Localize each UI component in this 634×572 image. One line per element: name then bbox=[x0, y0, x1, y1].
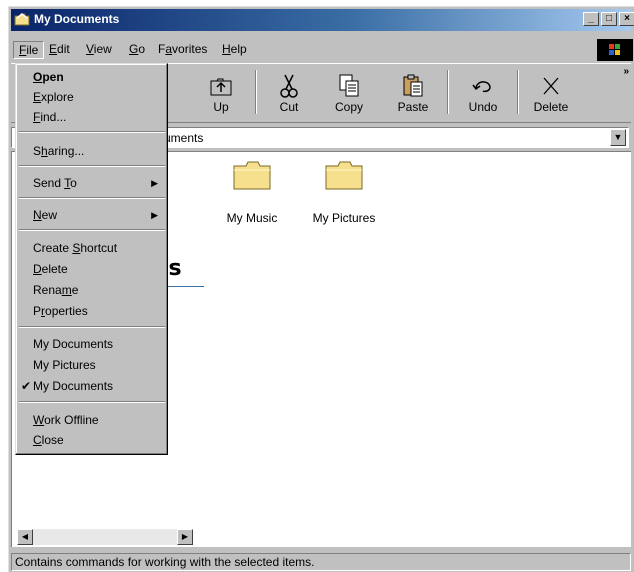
menu-item-open[interactable]: Open bbox=[18, 67, 166, 87]
menu-bar: File Edit View Go Favorites Help bbox=[11, 39, 633, 61]
menu-item-history[interactable]: My Pictures bbox=[18, 355, 166, 375]
delete-button[interactable]: Delete bbox=[521, 66, 581, 120]
folder-item[interactable]: My Music bbox=[212, 160, 292, 225]
paste-icon bbox=[403, 74, 423, 97]
scissors-icon bbox=[280, 74, 298, 98]
undo-button[interactable]: Undo bbox=[453, 66, 513, 120]
menu-view[interactable]: View bbox=[81, 41, 117, 59]
menu-item-work-offline[interactable]: Work Offline bbox=[18, 410, 166, 430]
horizontal-scrollbar[interactable]: ◀ ▶ bbox=[17, 529, 193, 545]
menu-item-new[interactable]: New ▶ bbox=[18, 205, 166, 225]
file-menu-dropdown: Open Explore Find... Sharing... Send To ▶… bbox=[15, 63, 168, 455]
menu-separator bbox=[19, 197, 165, 199]
menu-item-properties[interactable]: Properties bbox=[18, 301, 166, 321]
menu-item-find[interactable]: Find... bbox=[18, 107, 166, 127]
menu-favorites[interactable]: Favorites bbox=[153, 41, 212, 59]
menu-item-rename[interactable]: Rename bbox=[18, 280, 166, 300]
title-bar[interactable]: My Documents _ □ × bbox=[11, 9, 634, 31]
copy-icon bbox=[339, 74, 359, 97]
status-text: Contains commands for working with the s… bbox=[15, 555, 315, 569]
folder-item[interactable]: My Pictures bbox=[304, 160, 384, 225]
menu-item-delete[interactable]: Delete bbox=[18, 259, 166, 279]
maximize-button[interactable]: □ bbox=[601, 12, 617, 26]
cut-button[interactable]: Cut bbox=[259, 66, 319, 120]
menu-item-history-current[interactable]: ✔ My Documents bbox=[18, 376, 166, 396]
toolbar-separator bbox=[255, 70, 257, 114]
folder-icon bbox=[14, 13, 30, 26]
submenu-arrow-icon: ▶ bbox=[151, 178, 158, 188]
menu-item-create-shortcut[interactable]: Create Shortcut bbox=[18, 238, 166, 258]
menu-item-explore[interactable]: Explore bbox=[18, 87, 166, 107]
menu-edit[interactable]: Edit bbox=[44, 41, 75, 59]
window-title: My Documents bbox=[34, 12, 120, 26]
up-button[interactable]: Up bbox=[191, 66, 251, 120]
submenu-arrow-icon: ▶ bbox=[151, 210, 158, 220]
menu-item-history[interactable]: My Documents bbox=[18, 334, 166, 354]
undo-icon bbox=[472, 81, 491, 93]
status-bar: Contains commands for working with the s… bbox=[11, 553, 631, 571]
menu-go[interactable]: Go bbox=[124, 41, 150, 59]
close-button[interactable]: × bbox=[619, 12, 634, 26]
checkmark-icon: ✔ bbox=[21, 379, 32, 393]
delete-x-icon bbox=[543, 77, 559, 95]
minimize-button[interactable]: _ bbox=[583, 12, 599, 26]
address-dropdown-button[interactable]: ▼ bbox=[610, 129, 626, 146]
windows-flag-icon bbox=[609, 44, 620, 55]
windows-logo bbox=[597, 39, 633, 61]
menu-file[interactable]: File bbox=[13, 41, 45, 59]
paste-button[interactable]: Paste bbox=[383, 66, 443, 120]
toolbar-separator bbox=[447, 70, 449, 114]
menu-item-close[interactable]: Close bbox=[18, 430, 166, 450]
menu-separator bbox=[19, 229, 165, 231]
menu-separator bbox=[19, 131, 165, 133]
scroll-track[interactable] bbox=[33, 529, 177, 545]
toolbar-overflow-chevron-icon[interactable]: » bbox=[623, 66, 629, 77]
scroll-left-arrow-icon[interactable]: ◀ bbox=[17, 529, 33, 545]
copy-button[interactable]: Copy bbox=[319, 66, 379, 120]
folder-icon bbox=[325, 161, 363, 190]
toolbar-separator bbox=[517, 70, 519, 114]
menu-separator bbox=[19, 326, 165, 328]
scroll-right-arrow-icon[interactable]: ▶ bbox=[177, 529, 193, 545]
folder-icon bbox=[233, 161, 271, 190]
menu-item-send-to[interactable]: Send To ▶ bbox=[18, 173, 166, 193]
menu-help[interactable]: Help bbox=[217, 41, 252, 59]
up-folder-icon bbox=[210, 78, 232, 96]
menu-separator bbox=[19, 401, 165, 403]
menu-item-sharing[interactable]: Sharing... bbox=[18, 141, 166, 161]
menu-separator bbox=[19, 165, 165, 167]
